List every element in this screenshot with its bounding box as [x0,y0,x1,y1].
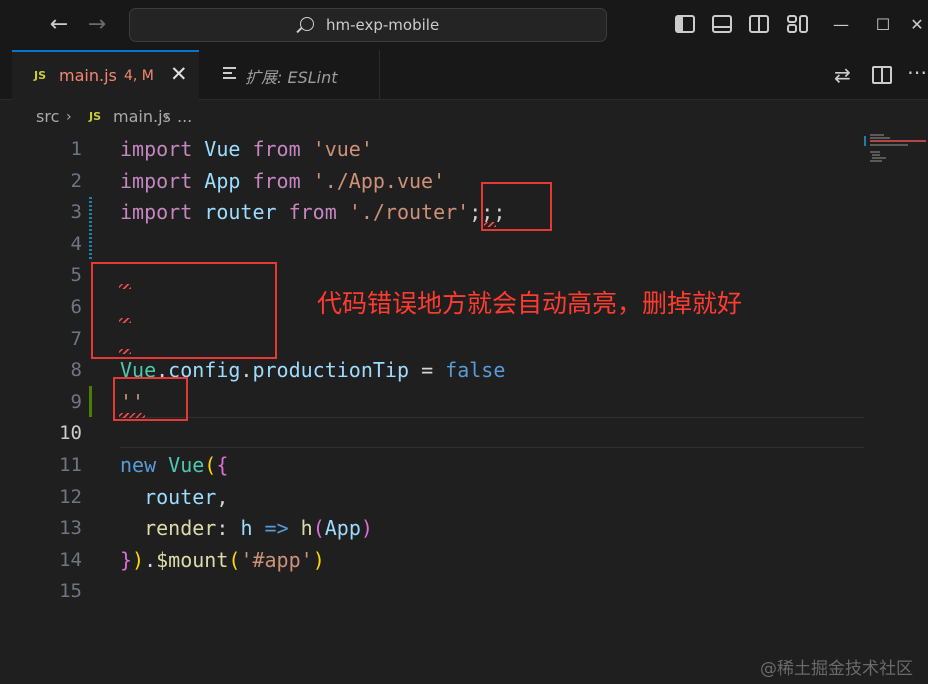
line-number: 4 [70,232,82,255]
breadcrumb-file[interactable]: main.js [113,107,171,126]
line-number: 1 [70,138,82,160]
error-highlight-box [113,377,188,421]
code-editor[interactable]: 1 2 3 4 5 6 7 8 9 10 11 12 13 14 15 impo… [0,134,928,684]
line-number: 5 [70,264,82,287]
command-center-label: hm-exp-mobile [326,16,440,34]
breadcrumb-folder[interactable]: src [36,107,59,126]
git-modified-indicator[interactable] [89,197,92,261]
current-line-highlight [120,417,864,448]
forward-arrow-icon[interactable]: → [84,12,110,38]
code-line-14: }).$mount('#app') [120,547,325,572]
line-number-active: 10 [59,422,82,445]
more-actions-icon[interactable]: ⋯ [907,60,927,84]
tab-main-js[interactable]: JS main.js 4, M ✕ [12,50,199,100]
line-number: 8 [70,359,82,382]
maximize-icon[interactable]: ☐ [868,10,898,40]
search-icon [300,17,314,31]
toggle-panel-icon[interactable] [712,15,732,33]
line-number: 2 [70,169,82,192]
code-line-11: new Vue({ [120,453,229,477]
js-file-icon: JS [89,110,102,123]
customize-layout-icon[interactable] [787,15,797,23]
line-number: 7 [70,327,82,350]
line-number: 6 [70,296,82,318]
split-editor-icon[interactable] [872,66,892,84]
code-line-2: import App from './App.vue' [120,168,446,193]
line-number: 12 [59,485,82,508]
error-highlight-box [481,182,552,231]
tab-label: 扩展: ESLint [245,68,338,87]
customize-layout-icon-part [787,24,797,33]
toggle-secondary-sidebar-icon[interactable] [749,15,769,33]
line-number: 13 [59,517,82,540]
line-number: 3 [70,201,82,224]
customize-layout-icon-part [799,15,808,33]
code-line-1: import Vue from 'vue' [120,137,373,161]
command-center-search[interactable]: hm-exp-mobile [129,8,607,42]
back-arrow-icon[interactable]: ← [46,12,72,38]
breadcrumb-more[interactable]: ... [177,107,192,126]
line-number: 15 [59,580,82,603]
js-file-icon: JS [34,69,47,82]
line-number: 14 [59,548,82,571]
tab-status: 4, M [124,68,154,84]
toggle-primary-sidebar-icon[interactable] [675,15,695,33]
annotation-text: 代码错误地方就会自动高亮，删掉就好 [317,289,743,318]
compare-changes-icon[interactable]: ⇄ [834,63,851,87]
preview-icon [223,67,236,79]
code-line-13: render: h => h(App) [144,516,373,541]
watermark: @稀土掘金技术社区 [760,659,913,679]
code-line-3: import router from './router';;; [120,200,506,225]
tab-label: main.js [59,66,117,85]
line-number: 11 [59,454,82,476]
code-line-12: router, [144,484,229,509]
chevron-right-icon: › [66,109,72,125]
line-number: 9 [70,390,82,413]
tab-bar: JS main.js 4, M ✕ 扩展: ESLint [0,50,928,100]
title-bar: ← → hm-exp-mobile — ☐ ✕ [0,0,928,50]
minimap[interactable] [864,134,926,194]
close-window-icon[interactable]: ✕ [902,10,928,40]
tab-eslint-extension[interactable]: 扩展: ESLint [199,50,380,100]
minimize-icon[interactable]: — [826,10,856,40]
git-added-indicator[interactable] [89,386,92,417]
error-highlight-box [91,262,277,359]
close-icon[interactable]: ✕ [170,62,188,86]
breadcrumb: src › JS main.js › ... [0,100,928,134]
chevron-right-icon: › [164,109,170,125]
